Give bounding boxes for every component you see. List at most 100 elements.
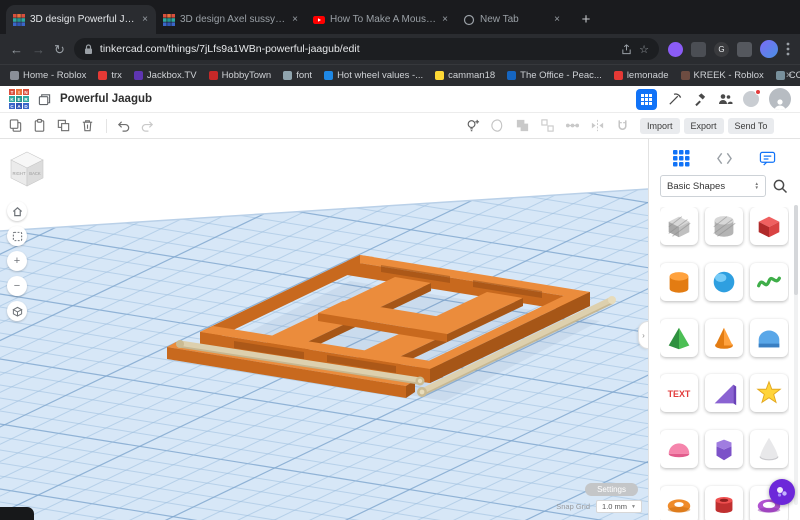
show-all-icon[interactable]	[465, 118, 480, 133]
blocks-pickaxe-icon[interactable]	[667, 92, 682, 107]
reload-icon[interactable]: ↻	[54, 43, 65, 56]
home-view-button[interactable]	[7, 201, 27, 221]
search-icon[interactable]	[772, 178, 789, 195]
shape-box[interactable]	[750, 207, 788, 245]
paste-icon[interactable]	[32, 118, 47, 133]
svg-text:TEXT: TEXT	[668, 389, 691, 399]
notifications-avatar[interactable]	[743, 91, 759, 107]
forward-icon[interactable]: →	[32, 43, 45, 56]
hammer-icon[interactable]	[692, 92, 707, 107]
shape-scribble[interactable]	[750, 263, 788, 301]
duplicate-icon[interactable]	[56, 118, 71, 133]
new-tab-button[interactable]: +	[574, 7, 598, 31]
bookmark-item[interactable]: Home - Roblox	[10, 70, 86, 81]
shape-hole-cylinder[interactable]	[705, 207, 743, 245]
copy-icon[interactable]	[8, 118, 23, 133]
bookmark-item[interactable]: Hot wheel values -...	[324, 70, 423, 81]
extension-icon-gray[interactable]	[691, 42, 706, 57]
browser-profile-avatar[interactable]	[760, 40, 778, 58]
shapes-grid: TEXT	[660, 207, 789, 520]
ungroup-icon[interactable]	[540, 118, 555, 133]
back-icon[interactable]: ←	[10, 43, 23, 56]
shape-tube[interactable]	[705, 486, 743, 520]
shape-cylinder[interactable]	[660, 263, 698, 301]
view-icon[interactable]	[490, 118, 505, 133]
zoom-out-button[interactable]: −	[7, 276, 27, 296]
notes-icon[interactable]	[759, 150, 776, 167]
address-bar[interactable]: tinkercad.com/things/7jLfs9a1WBn-powerfu…	[74, 38, 659, 60]
bookmark-item[interactable]: lemonade	[614, 70, 669, 81]
cast-icon[interactable]	[737, 42, 752, 57]
panel-collapse-handle[interactable]: ›	[638, 321, 648, 349]
snap-grid-select[interactable]: 1.0 mm▼	[596, 500, 642, 513]
browser-tab[interactable]: 3D design Powerful Jaagub |×	[6, 5, 156, 34]
shape-star[interactable]	[750, 374, 788, 412]
shape-category-select[interactable]: Basic Shapes ▲▼	[660, 175, 766, 197]
settings-button[interactable]: Settings	[585, 483, 638, 496]
browser-menu-icon[interactable]	[786, 42, 790, 56]
view-cube[interactable]: RIGHT BACK	[4, 145, 50, 191]
group-icon[interactable]	[515, 118, 530, 133]
tab-close-icon[interactable]: ×	[553, 14, 561, 25]
classes-people-icon[interactable]	[717, 92, 733, 106]
fit-view-button[interactable]	[7, 226, 27, 246]
shape-polygon[interactable]	[705, 430, 743, 468]
bookmarks-overflow-chevron[interactable]: »	[786, 69, 792, 81]
align-icon[interactable]	[565, 118, 580, 133]
shape-generators-icon[interactable]	[716, 151, 733, 166]
shape-pyramid[interactable]	[660, 319, 698, 357]
share-icon[interactable]	[621, 44, 632, 55]
shape-wedge[interactable]	[705, 374, 743, 412]
shape-paraboloid[interactable]	[750, 430, 788, 468]
user-avatar[interactable]	[769, 88, 791, 110]
bookmark-item[interactable]: trx	[98, 70, 122, 81]
shape-half-sphere[interactable]	[660, 430, 698, 468]
send-to-button[interactable]: Send To	[728, 118, 775, 134]
tab-close-icon[interactable]: ×	[441, 14, 449, 25]
perspective-button[interactable]	[7, 301, 27, 321]
delete-icon[interactable]	[80, 118, 95, 133]
mirror-icon[interactable]	[590, 118, 605, 133]
shape-round-roof[interactable]	[750, 319, 788, 357]
bookmark-item[interactable]: Jackbox.TV	[134, 70, 197, 81]
browser-tab[interactable]: New Tab×	[456, 5, 568, 34]
viewport-3d[interactable]: RIGHT BACK + − Settings Snap Grid 1.0 mm…	[0, 139, 648, 520]
redo-icon[interactable]	[140, 118, 155, 133]
tab-close-icon[interactable]: ×	[141, 14, 149, 25]
tinkercad-logo[interactable]: TINKERCAD	[9, 89, 29, 109]
bookmark-favicon	[324, 71, 333, 80]
tinker-grid-button[interactable]	[636, 89, 657, 110]
snap-magnet-icon[interactable]	[615, 118, 630, 133]
design-menu-icon[interactable]	[38, 93, 51, 106]
panel-scrollbar-thumb[interactable]	[794, 205, 798, 295]
export-button[interactable]: Export	[684, 118, 724, 134]
bookmark-item[interactable]: HobbyTown	[209, 70, 272, 81]
import-button[interactable]: Import	[640, 118, 680, 134]
browser-tab[interactable]: How To Make A Mouse Trap C ×	[306, 5, 456, 34]
bookmark-item[interactable]: camman18	[435, 70, 495, 81]
shape-text[interactable]: TEXT	[660, 374, 698, 412]
tab-label: How To Make A Mouse Trap C	[330, 14, 436, 25]
tab-close-icon[interactable]: ×	[291, 14, 299, 25]
extension-icon-purple[interactable]	[668, 42, 683, 57]
view-cube-right-label[interactable]: RIGHT	[12, 171, 25, 176]
shapes-grid-icon[interactable]	[673, 150, 690, 167]
blank-favicon	[463, 14, 475, 26]
shape-sphere[interactable]	[705, 263, 743, 301]
extension-overlay-badge[interactable]	[769, 479, 795, 505]
bookmark-item[interactable]: KREEK - Roblox	[681, 70, 764, 81]
logo-cell: E	[16, 96, 22, 102]
bookmark-item[interactable]: The Office - Peac...	[507, 70, 602, 81]
logo-cell: N	[23, 89, 29, 95]
bookmark-item[interactable]: font	[283, 70, 312, 81]
shape-cone[interactable]	[705, 319, 743, 357]
bookmark-star-icon[interactable]: ☆	[639, 43, 649, 56]
undo-icon[interactable]	[116, 118, 131, 133]
shape-hole-box[interactable]	[660, 207, 698, 245]
viewport-canvas[interactable]	[0, 139, 648, 520]
extension-icon-g[interactable]: G	[714, 42, 729, 57]
zoom-in-button[interactable]: +	[7, 251, 27, 271]
shape-torus[interactable]	[660, 486, 698, 520]
view-cube-back-label[interactable]: BACK	[29, 171, 41, 176]
browser-tab[interactable]: 3D design Axel sussy | Tinker×	[156, 5, 306, 34]
